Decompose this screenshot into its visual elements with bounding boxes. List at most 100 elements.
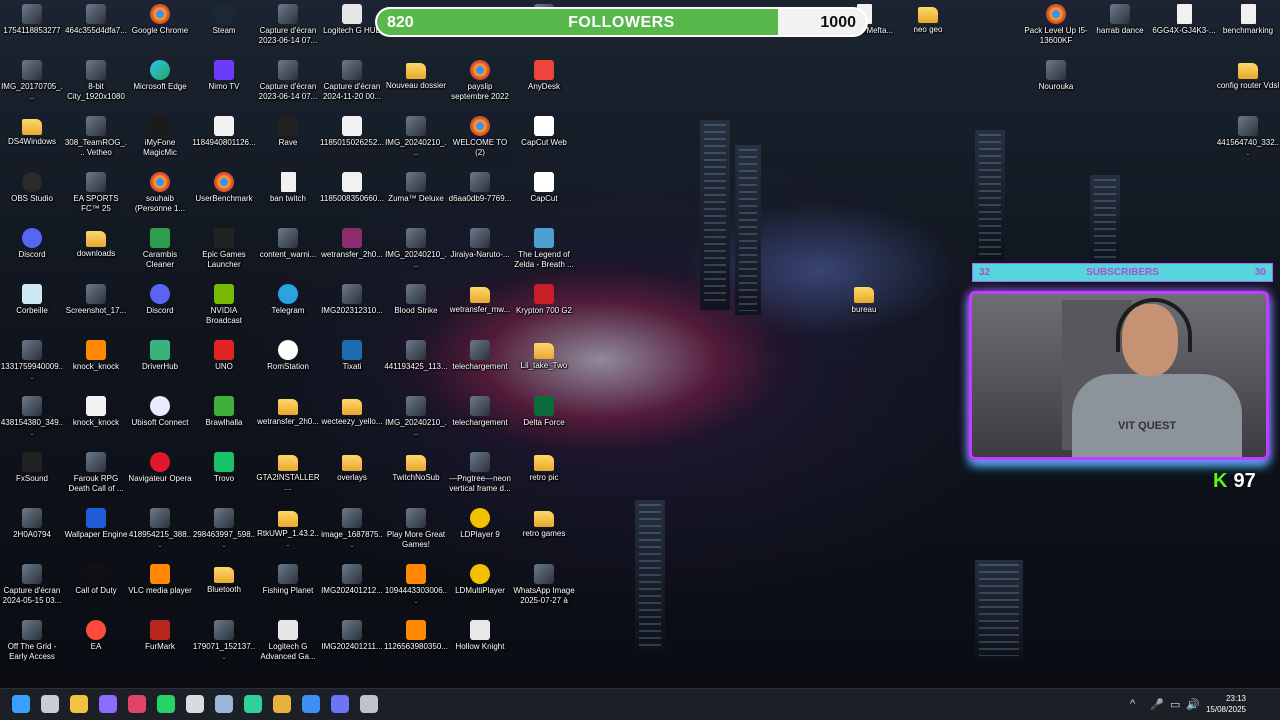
- desktop-icon[interactable]: DriverHub: [128, 340, 192, 394]
- desktop-icon[interactable]: wetransfer_2h0...: [320, 228, 384, 282]
- desktop-icon[interactable]: souhaib (Personne 1...: [128, 172, 192, 226]
- desktop-icon[interactable]: 418954215_388...: [128, 508, 192, 562]
- desktop-icon[interactable]: Navigateur Opera: [128, 452, 192, 506]
- desktop-icon[interactable]: image_1687875...: [320, 508, 384, 562]
- desktop-icon[interactable]: Carambis Cleaner: [128, 228, 192, 282]
- desktop-icon[interactable]: Call of Duty: [64, 564, 128, 618]
- desktop-icon[interactable]: Capture d'écran 2024-05-15 03...: [0, 564, 64, 618]
- desktop-icon[interactable]: Epic Games Launcher: [192, 228, 256, 282]
- app-green-icon[interactable]: [244, 695, 262, 713]
- desktop-icon[interactable]: Farouk RPG Death Call of ...: [64, 452, 128, 506]
- desktop-icon[interactable]: Play More Great Games!: [384, 508, 448, 562]
- desktop-icon[interactable]: Nimo TV: [192, 60, 256, 114]
- desktop-icon[interactable]: Microsoft Edge: [128, 60, 192, 114]
- desktop-icon[interactable]: retro games: [512, 508, 576, 562]
- desktop-icon[interactable]: Nouveau dossier: [384, 60, 448, 114]
- desktop-icon[interactable]: EA SPORTS FC™ 25: [64, 172, 128, 226]
- desktop-icon[interactable]: 8-bit City_1920x1080: [64, 60, 128, 114]
- discord-icon[interactable]: [331, 695, 349, 713]
- desktop-icon[interactable]: Delta Force: [512, 396, 576, 450]
- desktop-icon[interactable]: UserBenchmark: [192, 172, 256, 226]
- desktop-icon[interactable]: DS4Windows: [0, 116, 64, 170]
- desktop-icon[interactable]: wetransfer_2h0...: [256, 396, 320, 450]
- desktop-icon[interactable]: 1126563980350...: [384, 620, 448, 674]
- desktop-icon[interactable]: FurMark: [128, 620, 192, 674]
- desktop-icon[interactable]: 2H0A0794: [0, 508, 64, 562]
- microphone-icon[interactable]: 🎤: [1150, 698, 1164, 711]
- desktop-icon[interactable]: 179071_152137...: [192, 620, 256, 674]
- tray-overflow-chevron-icon[interactable]: ^: [1130, 698, 1135, 710]
- task-view-icon[interactable]: [41, 695, 59, 713]
- desktop-icon[interactable]: Google Chrome: [128, 4, 192, 58]
- desktop-icon[interactable]: retro pic: [512, 452, 576, 506]
- desktop-icon[interactable]: 6GG4X-GJ4K3-...: [1152, 4, 1216, 58]
- desktop-icon[interactable]: Telegram: [256, 284, 320, 338]
- desktop-icon[interactable]: config router Vdsl: [1216, 60, 1280, 114]
- unity-icon[interactable]: [186, 695, 204, 713]
- desktop-icon[interactable]: Blood Strike: [384, 284, 448, 338]
- desktop-icon[interactable]: Discord: [0, 228, 64, 282]
- whatsapp-icon[interactable]: [157, 695, 175, 713]
- desktop-icon[interactable]: Pack Level Up I5-13600KF: [1024, 4, 1088, 58]
- desktop-icon[interactable]: RomStation: [256, 340, 320, 394]
- desktop-icon[interactable]: Logitech G HUB: [320, 4, 384, 58]
- desktop-icon[interactable]: Rave: [256, 116, 320, 170]
- cortana-icon[interactable]: [99, 695, 117, 713]
- desktop-icon[interactable]: Steam: [192, 4, 256, 58]
- desktop-icon[interactable]: Lil_take_Two: [512, 340, 576, 394]
- network-icon[interactable]: ▭: [1170, 698, 1180, 711]
- desktop-icon[interactable]: Krypton 700 G2: [512, 284, 576, 338]
- desktop-icon[interactable]: AnyDesk: [512, 60, 576, 114]
- desktop-icon[interactable]: Nourouka: [1024, 60, 1088, 114]
- desktop-icon[interactable]: overlays: [320, 452, 384, 506]
- desktop-icon[interactable]: 1185008350660...: [320, 172, 384, 226]
- desktop-icon[interactable]: Discord: [128, 284, 192, 338]
- desktop-icon[interactable]: RtkUWP_1.43.2...: [256, 508, 320, 562]
- desktop-icon[interactable]: 438154380_349...: [0, 396, 64, 450]
- desktop-icon[interactable]: Jiraiya-Naruto-...: [448, 228, 512, 282]
- desktop-icon[interactable]: CapCut: [512, 172, 576, 226]
- desktop-icon[interactable]: IMG202401211...: [320, 620, 384, 674]
- desktop-icon[interactable]: IMG_20170705_...: [0, 60, 64, 114]
- desktop-icon[interactable]: benchmarking: [1216, 4, 1280, 58]
- desktop-icon[interactable]: GTA2INSTALLER...: [256, 452, 320, 506]
- desktop-icon[interactable]: 464c355d4dfa7...: [64, 4, 128, 58]
- desktop-icon[interactable]: d6aa0db9-7769...: [448, 172, 512, 226]
- desktop-icon[interactable]: Capture d'écran 2023-06-14 07...: [256, 4, 320, 58]
- desktop-icon[interactable]: Logitech G Advanced Ga...: [256, 620, 320, 674]
- desktop-icon[interactable]: WELCOME TO (2): [448, 116, 512, 170]
- desktop-icon[interactable]: 1094443303006...: [384, 564, 448, 618]
- desktop-icon[interactable]: EA: [64, 620, 128, 674]
- desktop-icon[interactable]: FxSound: [0, 452, 64, 506]
- file-explorer-icon[interactable]: [70, 695, 88, 713]
- desktop-icon[interactable]: knock_knock: [64, 340, 128, 394]
- desktop-icon[interactable]: Fishing Planet: [256, 564, 320, 618]
- desktop-icon[interactable]: harrab dance: [1088, 4, 1152, 58]
- desktop-icon[interactable]: iMyFone MagicMic: [128, 116, 192, 170]
- desktop-icon[interactable]: neo geo: [896, 4, 960, 58]
- chrome-icon[interactable]: [273, 695, 291, 713]
- desktop-icon[interactable]: LDPlayer 9: [448, 508, 512, 562]
- desktop-icon[interactable]: wetransfer_mw...: [448, 284, 512, 338]
- desktop-icon[interactable]: 298463997_598...: [192, 508, 256, 562]
- desktop-icon[interactable]: 1331759940009...: [0, 340, 64, 394]
- desktop-icon[interactable]: bureau: [832, 284, 896, 338]
- desktop-icon[interactable]: LDMultiPlayer: [448, 564, 512, 618]
- desktop-icon[interactable]: wecteezy_yello...: [320, 396, 384, 450]
- desktop-icon[interactable]: VLC media player: [128, 564, 192, 618]
- windows-start-icon[interactable]: [12, 695, 30, 713]
- desktop-icon[interactable]: Capture d'écran 2023-06-14 07...: [256, 60, 320, 114]
- desktop-icon[interactable]: IMG_20240210_...: [384, 396, 448, 450]
- desktop-icon[interactable]: NVIDIA Broadcast: [192, 284, 256, 338]
- desktop-icon[interactable]: 1185015026252...: [320, 116, 384, 170]
- taskbar-clock[interactable]: 23:13 15/08/2025: [1206, 693, 1246, 715]
- desktop-icon[interactable]: WhatsApp Image 2025-07-27 à 23...: [512, 564, 576, 618]
- snipping-tool-icon[interactable]: [128, 695, 146, 713]
- desktop-icon[interactable]: IMG_20240210_...: [384, 228, 448, 282]
- desktop-icon[interactable]: downloads: [64, 228, 128, 282]
- desktop-icon[interactable]: Off The Grid - Early Access: [0, 620, 64, 674]
- desktop-icon[interactable]: —Pngtree—neon vertical frame d...: [448, 452, 512, 506]
- desktop-icon[interactable]: content_warni...: [256, 228, 320, 282]
- obs-icon[interactable]: [360, 695, 378, 713]
- desktop-icon[interactable]: 441193425_113...: [384, 340, 448, 394]
